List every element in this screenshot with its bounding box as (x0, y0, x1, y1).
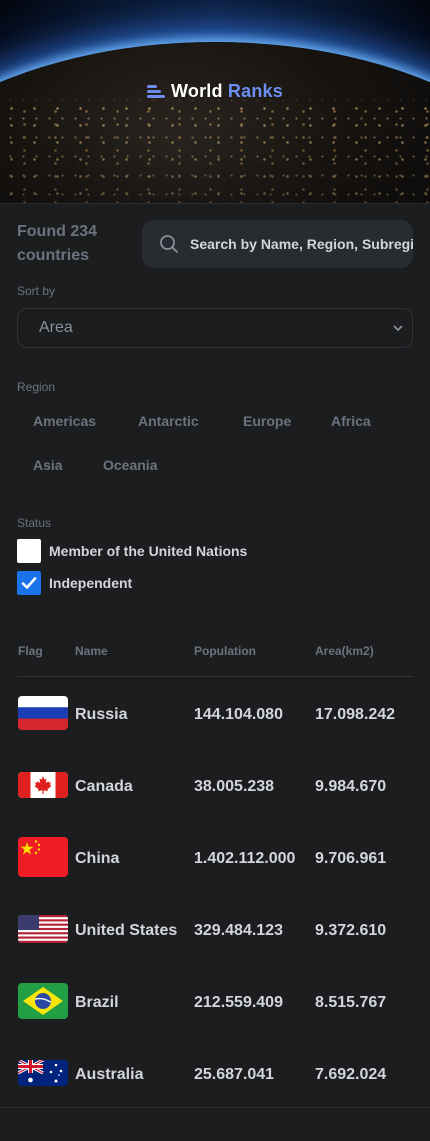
country-name: Australia (75, 1066, 144, 1083)
search-icon (160, 235, 178, 253)
status-independent[interactable]: Independent (17, 571, 132, 595)
bars-icon (147, 84, 166, 100)
region-chip-europe[interactable]: Europe (227, 403, 307, 439)
sort-label: Sort by (17, 284, 56, 298)
table-row[interactable]: Canada 38.005.238 9.984.670 (0, 749, 430, 821)
brand-second: Ranks (227, 81, 283, 101)
region-chip-antarctic[interactable]: Antarctic (122, 403, 215, 439)
region-label: Region (17, 380, 56, 394)
region-chip-asia[interactable]: Asia (17, 447, 79, 483)
hero-banner: World Ranks (0, 0, 430, 203)
region-chip-americas[interactable]: Americas (17, 403, 112, 439)
status-independent-label: Independent (49, 575, 133, 591)
status-un-member[interactable]: Member of the United Nations (17, 539, 247, 563)
country-name: China (75, 850, 120, 867)
status-label: Status (17, 516, 52, 530)
country-population: 25.687.041 (194, 1066, 275, 1083)
search-placeholder: Search by Name, Region, Subregion (190, 236, 413, 252)
column-header-name[interactable]: Name (75, 644, 108, 658)
region-chip-africa[interactable]: Africa (315, 403, 387, 439)
china-flag (18, 837, 68, 877)
sort-select[interactable]: Area (17, 308, 413, 348)
sort-selected: Area (39, 319, 73, 336)
brazil-flag (18, 983, 68, 1019)
column-header-flag[interactable]: Flag (18, 644, 43, 658)
country-area: 8.515.767 (315, 994, 387, 1011)
table-row[interactable]: United States 329.484.123 9.372.610 (0, 893, 430, 965)
checkbox-checked[interactable] (17, 571, 41, 595)
checkmark-icon (21, 577, 37, 589)
country-area: 9.372.610 (315, 922, 387, 939)
column-header-area[interactable]: Area(km2) (315, 644, 374, 658)
brand-name: World Ranks (171, 81, 283, 102)
country-name: Brazil (75, 994, 119, 1011)
country-name: Russia (75, 706, 128, 723)
region-chip-oceania[interactable]: Oceania (87, 447, 173, 483)
country-population: 144.104.080 (194, 706, 283, 723)
brand-first: World (171, 81, 223, 101)
country-name: United States (75, 922, 178, 939)
table-row[interactable]: Brazil 212.559.409 8.515.767 (0, 965, 430, 1037)
search-input[interactable]: Search by Name, Region, Subregion (142, 220, 413, 268)
results-count: Found 234 countries (17, 223, 98, 264)
country-area: 17.098.242 (315, 706, 396, 723)
logo[interactable]: World Ranks (0, 81, 430, 102)
country-population: 329.484.123 (194, 922, 283, 939)
country-area: 7.692.024 (315, 1066, 387, 1083)
table-row[interactable]: Russia 144.104.080 17.098.242 (0, 677, 430, 749)
column-header-population[interactable]: Population (194, 644, 256, 658)
canada-flag (18, 772, 68, 798)
main-panel: Found 234 countries Search by Name, Regi… (0, 203, 430, 1108)
russia-flag (18, 696, 68, 730)
country-area: 9.984.670 (315, 778, 387, 795)
usa-flag (18, 915, 68, 943)
country-area: 9.706.961 (315, 850, 387, 867)
table-row[interactable]: Australia 25.687.041 7.692.024 (0, 1037, 430, 1109)
country-name: Canada (75, 778, 133, 795)
country-population: 1.402.112.000 (194, 850, 296, 867)
checkbox-unchecked[interactable] (17, 539, 41, 563)
australia-flag (18, 1060, 68, 1086)
country-population: 38.005.238 (194, 778, 275, 795)
chevron-down-icon (393, 325, 403, 332)
status-un-member-label: Member of the United Nations (49, 543, 248, 559)
table-row[interactable]: China 1.402.112.000 9.706.961 (0, 821, 430, 893)
country-population: 212.559.409 (194, 994, 283, 1011)
